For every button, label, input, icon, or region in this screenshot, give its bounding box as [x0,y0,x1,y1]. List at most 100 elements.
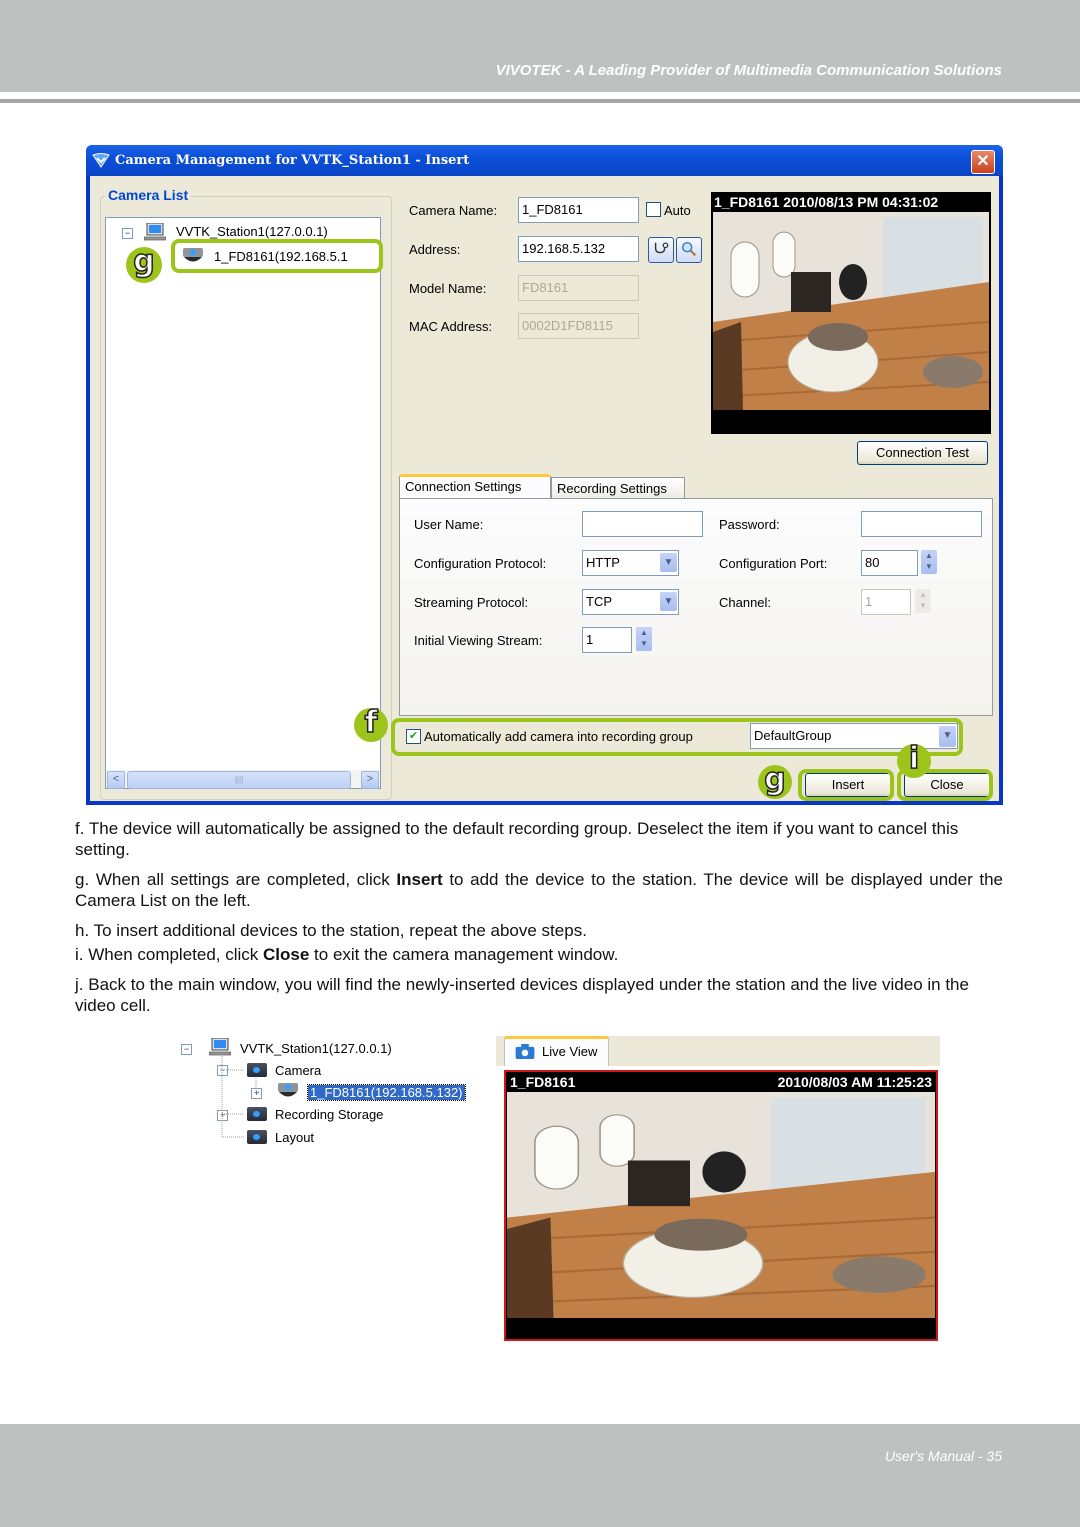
address-label: Address: [409,242,461,257]
step-h-text: To insert additional devices to the stat… [93,921,587,940]
camera-node-highlight [171,239,383,273]
page-header-text: VIVOTEK - A Leading Provider of Multimed… [495,62,1002,79]
search-button[interactable] [676,237,702,263]
camera-device-icon [278,1083,298,1097]
step-h: h. To insert additional devices to the s… [75,920,1003,941]
camera-node-selected[interactable]: 1_FD8161(192.168.5.132) [307,1084,466,1101]
connection-test-button[interactable]: Connection Test [857,441,988,465]
initial-stream-input[interactable]: 1 [582,627,632,653]
step-f-letter: f. [75,819,85,838]
step-i-text-pre: When completed, click [88,945,264,964]
layout-node[interactable]: Layout [275,1130,314,1145]
dialog-titlebar: Camera Management for VVTK_Station1 - In… [86,145,1003,176]
step-h-letter: h. [75,921,90,940]
auto-add-highlight [391,718,963,756]
streaming-protocol-select[interactable]: TCP ▼ [582,589,679,615]
step-j-letter: j. [75,975,84,994]
stethoscope-icon [654,242,669,254]
callout-g2-badge: g [758,764,792,799]
config-port-input[interactable]: 80 [861,550,918,576]
callout-g-badge: g [126,246,162,283]
config-port-label: Configuration Port: [719,556,828,571]
step-f-text: The device will automatically be assigne… [75,819,959,859]
room-scene-image [507,1092,935,1318]
camera-folder-node[interactable]: Camera [275,1063,321,1078]
user-name-label: User Name: [414,517,484,532]
camera-management-dialog: Camera Management for VVTK_Station1 - In… [86,145,1003,805]
insert-highlight [798,769,894,801]
live-view-panel: Live View 1_FD8161 2010/08/03 AM 11:25:2… [496,1036,940,1341]
step-g-text-pre: When all settings are completed, click [95,870,397,889]
room-scene-image [713,212,989,410]
config-protocol-label: Configuration Protocol: [414,556,547,571]
mac-address-field: 0002D1FD8115 [518,313,639,339]
chevron-down-icon[interactable]: ▼ [660,553,677,572]
camera-name-label: Camera Name: [409,203,498,218]
callout-i-badge: i [897,743,931,778]
camera-preview: 1_FD8161 2010/08/13 PM 04:31:02 [711,192,991,434]
step-g: g. When all settings are completed, clic… [75,869,1003,911]
address-input[interactable]: 192.168.5.132 [518,236,639,262]
header-divider [0,99,1080,103]
window-close-button[interactable]: ✕ [971,150,995,174]
camera-list-title: Camera List [105,187,192,203]
camera-list-group: Camera List − VVTK_Station1(127.0.0.1) 1… [100,187,392,800]
password-label: Password: [719,517,780,532]
camera-list-tree[interactable]: − VVTK_Station1(127.0.0.1) 1_FD8161(192.… [105,217,381,789]
model-name-field: FD8161 [518,275,639,301]
password-input[interactable] [861,511,982,537]
station-collapse-toggle[interactable]: − [122,228,133,239]
stethoscope-button[interactable] [648,237,674,263]
station-node[interactable]: VVTK_Station1(127.0.0.1) [176,224,328,239]
connection-settings-panel: User Name: Password: Configuration Proto… [399,498,993,716]
tab-connection-settings[interactable]: Connection Settings [399,474,551,498]
step-i-letter: i. [75,945,84,964]
auto-label: Auto [664,203,691,218]
live-view-tab-label: Live View [542,1044,598,1059]
mac-address-label: MAC Address: [409,319,493,334]
initial-stream-label: Initial Viewing Stream: [414,633,543,648]
tree-horizontal-scrollbar[interactable]: < |||| > [106,770,380,789]
camera-icon [515,1044,535,1059]
scroll-left-button[interactable]: < [107,771,125,789]
tree-connector-lines [221,1054,260,1138]
page-number: User's Manual - 35 [884,1448,1002,1464]
step-f: f. The device will automatically be assi… [75,818,1003,860]
step-j-text: Back to the main window, you will find t… [75,975,969,1015]
streaming-protocol-value: TCP [586,594,612,609]
auto-name-checkbox[interactable] [646,202,661,217]
page-footer-band [0,1424,1080,1527]
video-cell[interactable]: 1_FD8161 2010/08/03 AM 11:25:23 [504,1070,938,1341]
channel-label: Channel: [719,595,772,610]
station-computer-icon [144,223,166,241]
video-cell-camera-name: 1_FD8161 [510,1074,576,1090]
streaming-protocol-label: Streaming Protocol: [414,595,529,610]
user-name-input[interactable] [582,511,703,537]
config-port-spinner[interactable]: ▲ ▼ [921,550,937,574]
search-icon [681,241,697,257]
dialog-title: Camera Management for VVTK_Station1 - In… [115,153,470,168]
callout-f-badge: f [354,707,388,742]
app-shield-icon [92,153,110,168]
preview-caption: 1_FD8161 2010/08/13 PM 04:31:02 [714,194,939,210]
chevron-down-icon[interactable]: ▼ [660,592,677,611]
station-node[interactable]: VVTK_Station1(127.0.0.1) [240,1041,392,1056]
config-protocol-value: HTTP [586,555,620,570]
tab-recording-settings[interactable]: Recording Settings [551,477,685,499]
step-j: j. Back to the main window, you will fin… [75,974,1003,1016]
initial-stream-spinner[interactable]: ▲ ▼ [636,627,652,651]
step-i: i. When completed, click Close to exit t… [75,944,1003,965]
channel-spinner: ▲ ▼ [915,589,931,613]
model-name-label: Model Name: [409,281,487,296]
camera-name-input[interactable]: 1_FD8161 [518,197,639,223]
scroll-thumb[interactable]: |||| [127,771,351,789]
tab-live-view[interactable]: Live View [504,1036,609,1066]
step-g-letter: g. [75,870,90,889]
recording-storage-node[interactable]: Recording Storage [275,1107,383,1122]
video-cell-timestamp: 2010/08/03 AM 11:25:23 [777,1074,932,1090]
step-i-bold: Close [263,945,310,964]
scroll-right-button[interactable]: > [361,771,379,789]
channel-input: 1 [861,589,911,615]
config-protocol-select[interactable]: HTTP ▼ [582,550,679,576]
step-i-text-post: to exit the camera management window. [309,945,619,964]
